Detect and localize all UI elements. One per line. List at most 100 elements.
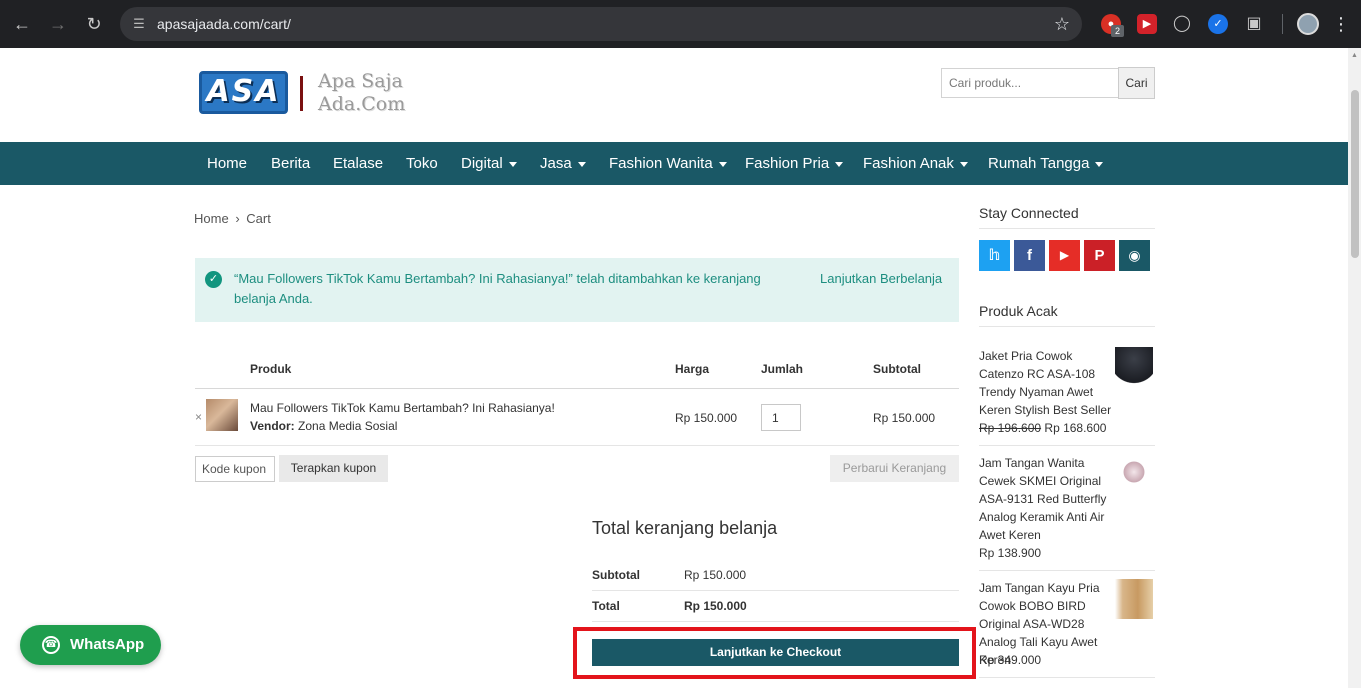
breadcrumb-home[interactable]: Home [194, 211, 229, 226]
logo-divider [300, 76, 303, 111]
sidebar-divider [979, 677, 1155, 678]
back-icon[interactable]: ← [10, 12, 34, 36]
youtube-icon[interactable]: ▶ [1049, 240, 1080, 271]
column-header-qty: Jumlah [761, 362, 804, 376]
column-header-product: Produk [250, 362, 292, 376]
nav-label: Jasa [540, 155, 572, 172]
nav-item-etalase[interactable]: Etalase [333, 142, 383, 185]
nav-item-fashion-anak[interactable]: Fashion Anak [863, 142, 968, 185]
stay-connected-heading: Stay Connected [979, 205, 1079, 221]
cart-notice: ✓ “Mau Followers TikTok Kamu Bertambah? … [195, 258, 959, 322]
logo-mark: ASA [199, 71, 288, 114]
update-cart-button[interactable]: Perbarui Keranjang [830, 455, 959, 482]
check-circle-icon: ✓ [205, 271, 222, 288]
breadcrumb-current: Cart [246, 211, 271, 226]
continue-shopping-link[interactable]: Lanjutkan Berbelanja [820, 269, 942, 289]
nav-label: Fashion Anak [863, 155, 954, 172]
totals-total-value: Rp 150.000 [684, 599, 747, 613]
nav-label: Digital [461, 155, 503, 172]
whatsapp-label: WhatsApp [70, 636, 145, 653]
nav-item-jasa[interactable]: Jasa [540, 142, 586, 185]
nav-item-rumah-tangga[interactable]: Rumah Tangga [988, 142, 1104, 185]
random-product-name[interactable]: Jam Tangan Wanita Cewek SKMEI Original A… [979, 454, 1115, 544]
scroll-up-arrow-icon[interactable]: ▲ [1350, 52, 1359, 60]
table-header-divider [195, 388, 959, 389]
site-settings-icon[interactable]: ☰ [130, 15, 148, 33]
nav-label: Toko [406, 155, 438, 172]
cart-item-subtotal: Rp 150.000 [873, 411, 936, 425]
profile-avatar[interactable] [1297, 13, 1319, 35]
proceed-to-checkout-button[interactable]: Lanjutkan ke Checkout [592, 639, 959, 666]
jacket-product-image[interactable] [1115, 347, 1153, 387]
nav-item-digital[interactable]: Digital [461, 142, 517, 185]
nav-label: Rumah Tangga [988, 155, 1090, 172]
vendor-label: Vendor: [250, 419, 295, 433]
cart-totals-title: Total keranjang belanja [592, 518, 778, 538]
nav-item-fashion-pria[interactable]: Fashion Pria [745, 142, 844, 185]
bookmark-star-icon[interactable]: ☆ [1054, 13, 1070, 35]
extension-play-icon[interactable]: ▶ [1137, 14, 1157, 34]
quantity-input[interactable] [761, 404, 801, 431]
column-header-price: Harga [675, 362, 710, 376]
site-logo[interactable]: ASA Apa Saja Ada.Com [199, 70, 409, 115]
caret-down-icon [577, 161, 586, 167]
main-navigation: Home Berita Etalase Toko Digital Jasa Fa… [0, 142, 1348, 185]
cart-product-name[interactable]: Mau Followers TikTok Kamu Bertambah? Ini… [250, 401, 555, 416]
nav-item-toko[interactable]: Toko [406, 142, 438, 185]
notice-message: “Mau Followers TikTok Kamu Bertambah? In… [234, 271, 761, 306]
apply-coupon-button[interactable]: Terapkan kupon [279, 455, 388, 482]
whatsapp-icon: ☎ [42, 636, 60, 654]
nav-label: Berita [271, 155, 311, 172]
cart-item-price: Rp 150.000 [675, 411, 738, 425]
sidebar-divider [979, 570, 1155, 571]
nav-item-berita[interactable]: Berita [271, 142, 310, 185]
old-price: Rp 196.600 [979, 421, 1042, 435]
extensions-puzzle-icon[interactable]: ▣ [1244, 14, 1264, 34]
nav-label: Fashion Wanita [609, 155, 713, 172]
facebook-icon[interactable]: f [1014, 240, 1045, 271]
nav-label: Home [207, 155, 248, 172]
remove-item-icon[interactable]: × [195, 410, 202, 424]
reload-icon[interactable]: ↻ [82, 12, 106, 36]
random-product-price: Rp 349.000 [979, 653, 1042, 667]
table-row-divider [195, 445, 959, 446]
toolbar-divider [1282, 14, 1283, 34]
logo-line-2: Ada.Com [318, 93, 406, 115]
nav-label: Fashion Pria [745, 155, 830, 172]
coupon-code-input[interactable] [195, 456, 275, 482]
breadcrumb: Home › Cart [194, 211, 271, 227]
random-product-name[interactable]: Jaket Pria Cowok Catenzo RC ASA-108 Tren… [979, 347, 1115, 419]
wooden-watch-product-image[interactable] [1115, 579, 1153, 619]
search-button[interactable]: Cari [1118, 67, 1155, 99]
scrollbar-thumb[interactable] [1351, 90, 1359, 258]
caret-down-icon [835, 161, 844, 167]
browser-toolbar: ← → ↻ ☰ apasajaada.com/cart/ ☆ ● 2 ▶ ◯ ✓… [0, 0, 1361, 48]
watch-product-image[interactable] [1115, 454, 1153, 494]
whatsapp-button[interactable]: ☎ WhatsApp [20, 625, 161, 665]
vendor-name: Zona Media Sosial [298, 419, 398, 433]
random-products-heading: Produk Acak [979, 303, 1058, 319]
globe-icon[interactable]: ◯ [1172, 14, 1192, 34]
totals-subtotal-label: Subtotal [592, 568, 640, 582]
column-header-subtotal: Subtotal [873, 362, 921, 376]
random-product-price: Rp 138.900 [979, 546, 1042, 560]
pinterest-icon[interactable]: P [1084, 240, 1115, 271]
extension-shield-icon[interactable]: ✓ [1208, 14, 1228, 34]
totals-divider [592, 590, 959, 591]
forward-icon[interactable]: → [46, 12, 70, 36]
totals-divider [592, 621, 959, 622]
url-text[interactable]: apasajaada.com/cart/ [157, 15, 291, 33]
search-input[interactable] [941, 68, 1119, 98]
cart-product-vendor: Vendor: Zona Media Sosial [250, 419, 397, 434]
instagram-icon[interactable]: ◉ [1119, 240, 1150, 271]
sidebar-divider [979, 326, 1155, 327]
address-bar[interactable]: ☰ apasajaada.com/cart/ ☆ [120, 7, 1082, 41]
browser-menu-icon[interactable]: ⋮ [1332, 12, 1350, 36]
caret-down-icon [1095, 161, 1104, 167]
nav-item-fashion-wanita[interactable]: Fashion Wanita [609, 142, 727, 185]
chevron-right-icon: › [235, 211, 240, 226]
twitter-icon[interactable]: 𝕙 [979, 240, 1010, 271]
nav-item-home[interactable]: Home [207, 142, 247, 185]
product-thumbnail[interactable] [206, 399, 238, 431]
totals-subtotal-value: Rp 150.000 [684, 568, 747, 582]
